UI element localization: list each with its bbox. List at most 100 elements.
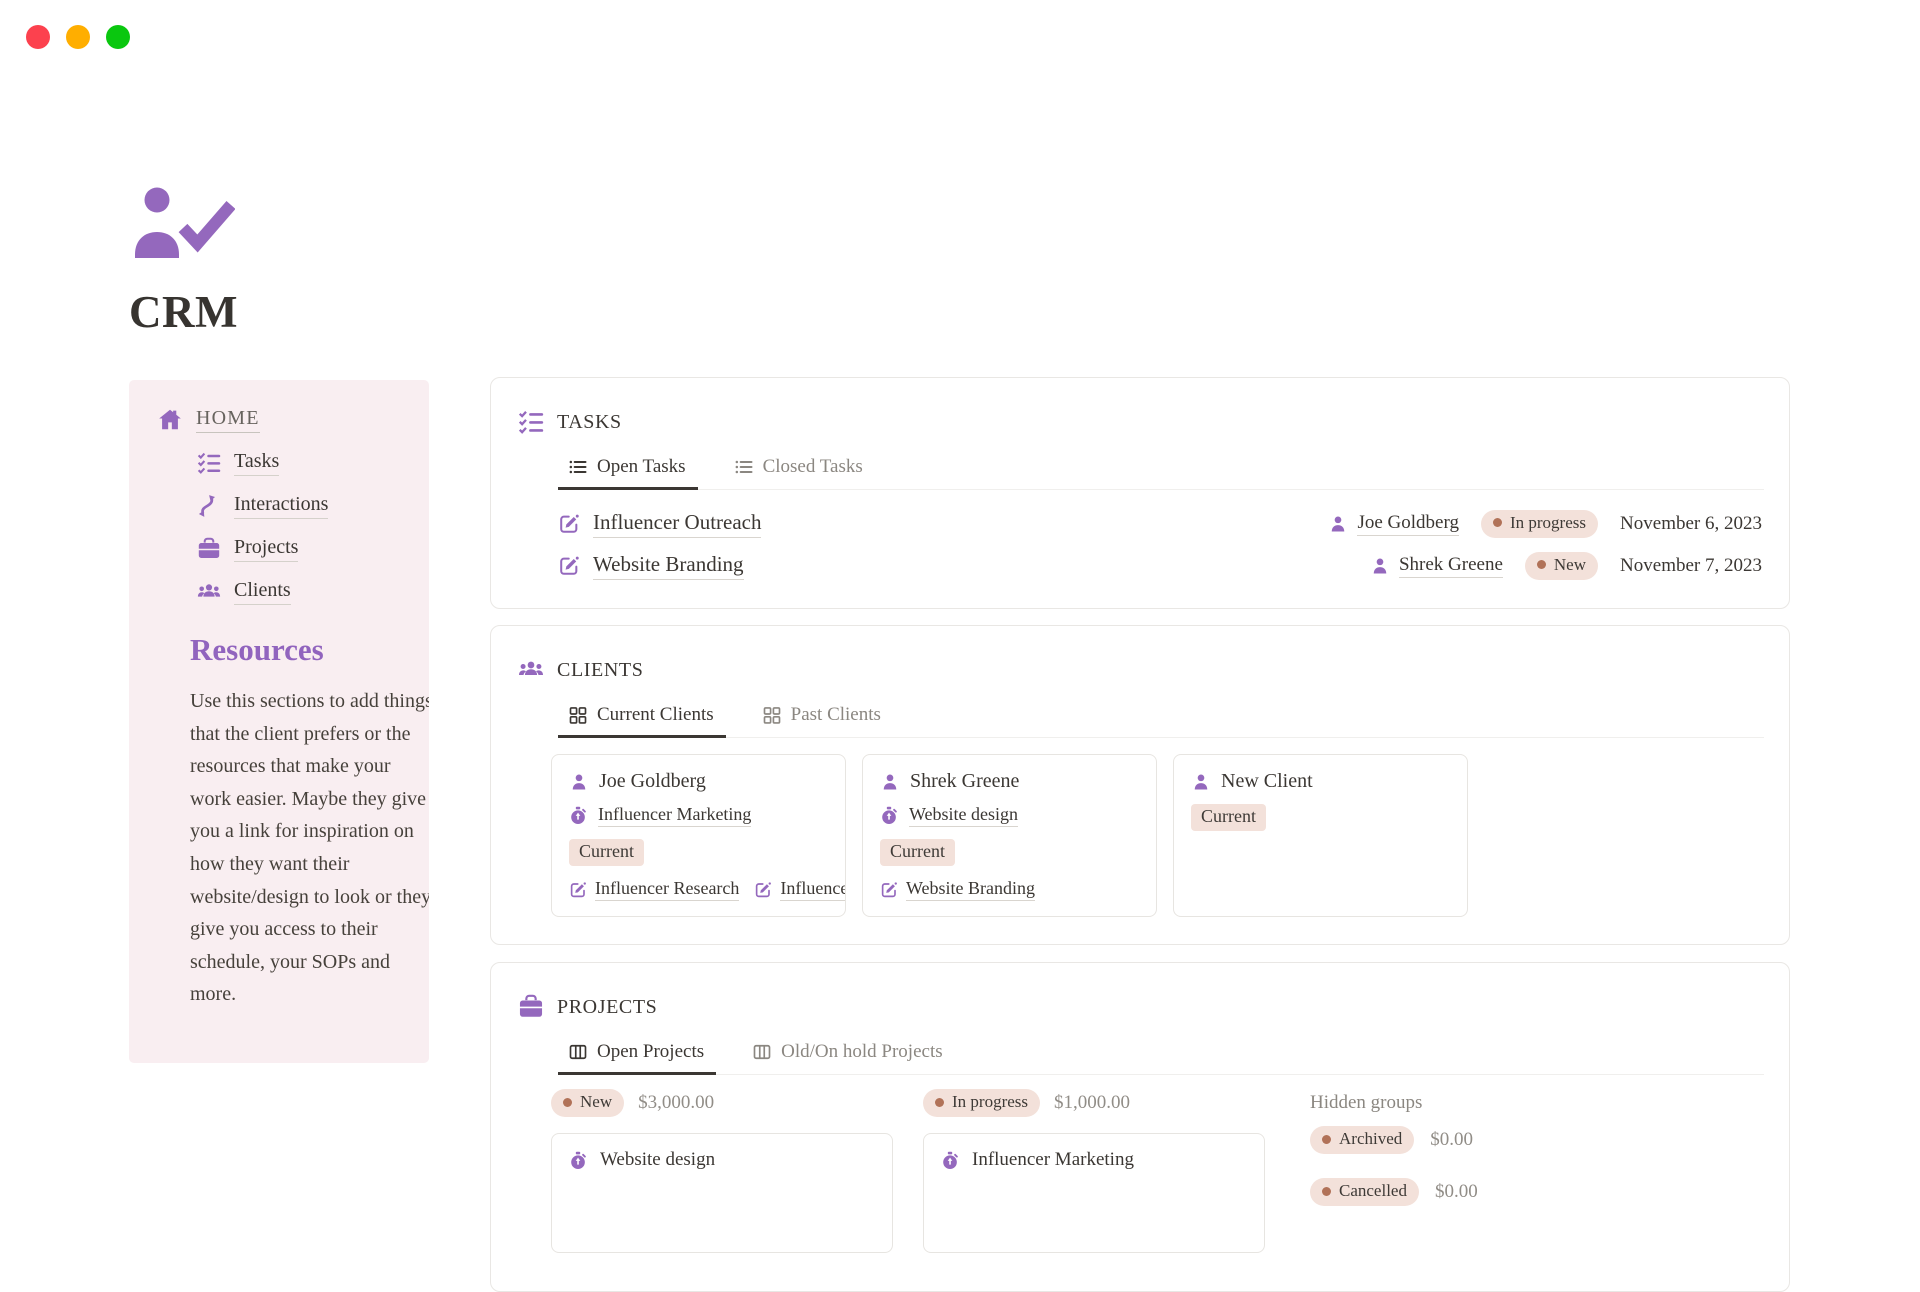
gallery-icon [568, 705, 588, 725]
clients-tabs: Current Clients Past Clients [558, 700, 1764, 738]
group-status-badge: Cancelled [1310, 1178, 1419, 1206]
hidden-groups-column: Hidden groups Archived $0.00 Cancelled $… [1310, 1089, 1762, 1253]
tasks-header: TASKS [518, 409, 1762, 435]
table-row: Website Branding Shrek Greene New Novemb… [558, 549, 1762, 582]
project-link[interactable]: Website design [909, 804, 1018, 827]
task-link[interactable]: Website Branding [906, 878, 1035, 901]
board-icon [568, 1042, 588, 1062]
client-card[interactable]: Joe Goldberg Influencer Marketing Curren… [551, 754, 846, 917]
compose-icon [558, 513, 580, 535]
client-card-list: Joe Goldberg Influencer Marketing Curren… [551, 754, 1762, 917]
tab-past-clients[interactable]: Past Clients [752, 700, 893, 738]
clients-section: CLIENTS Current Clients Past Clients Joe… [490, 625, 1790, 945]
sidebar-item-tasks[interactable]: Tasks [197, 448, 401, 478]
status-label: Cancelled [1339, 1181, 1407, 1201]
stopwatch-icon [941, 1151, 960, 1170]
project-link[interactable]: Influencer Marketing [598, 804, 751, 827]
stopwatch-icon [569, 806, 588, 825]
group-status-badge: New [551, 1089, 624, 1117]
sidebar-item-label: HOME [196, 407, 260, 433]
due-date: November 6, 2023 [1620, 513, 1762, 535]
board-icon [752, 1042, 772, 1062]
sidebar-item-home[interactable]: HOME [157, 405, 401, 435]
compose-icon [880, 881, 898, 899]
tasks-tabs: Open Tasks Closed Tasks [558, 452, 1764, 490]
status-dot [1322, 1187, 1331, 1196]
project-name: Influencer Marketing [972, 1149, 1134, 1171]
assignee-link[interactable]: Joe Goldberg [1357, 512, 1459, 536]
task-link[interactable]: Influencer Outreach [780, 878, 845, 901]
status-badge: New [1525, 552, 1598, 580]
hidden-group-row[interactable]: Cancelled $0.00 [1310, 1178, 1762, 1206]
status-label: In progress [952, 1092, 1028, 1112]
status-label: Archived [1339, 1129, 1402, 1149]
person-icon [1328, 514, 1348, 534]
project-card[interactable]: Influencer Marketing [923, 1133, 1265, 1253]
window-controls [26, 25, 130, 49]
section-title: CLIENTS [557, 659, 643, 682]
tab-label: Past Clients [791, 704, 881, 726]
sidebar-item-interactions[interactable]: Interactions [197, 491, 401, 521]
projects-tabs: Open Projects Old/On hold Projects [558, 1037, 1764, 1075]
people-icon [518, 657, 544, 683]
project-name: Website design [600, 1149, 715, 1171]
stopwatch-icon [569, 1151, 588, 1170]
sidebar: HOME Tasks Interactions Projects Clients… [129, 380, 429, 1063]
assignee: Joe Goldberg [1328, 512, 1459, 536]
client-tasks: Influencer Research Influencer Outreach [569, 878, 845, 901]
status-dot [1537, 560, 1546, 569]
page-title: CRM [129, 286, 238, 338]
sidebar-item-label: Projects [234, 536, 298, 562]
tab-open-tasks[interactable]: Open Tasks [558, 452, 698, 490]
status-dot [563, 1098, 572, 1107]
sidebar-item-clients[interactable]: Clients [197, 577, 401, 607]
task-link[interactable]: Influencer Research [595, 878, 739, 901]
client-name: Joe Goldberg [599, 770, 706, 793]
client-card[interactable]: New Client Current [1173, 754, 1468, 917]
client-name: Shrek Greene [910, 770, 1019, 793]
section-title: TASKS [557, 411, 622, 434]
close-button[interactable] [26, 25, 50, 49]
checklist-icon [518, 409, 544, 435]
status-badge: In progress [1481, 510, 1598, 538]
tab-current-clients[interactable]: Current Clients [558, 700, 726, 738]
minimize-button[interactable] [66, 25, 90, 49]
board-column-in-progress: In progress $1,000.00 Influencer Marketi… [923, 1089, 1273, 1253]
group-amount: $0.00 [1430, 1129, 1473, 1151]
status-label: New [580, 1092, 612, 1112]
person-icon [880, 772, 900, 792]
client-tasks: Website Branding [880, 878, 1156, 901]
due-date: November 7, 2023 [1620, 555, 1762, 577]
resources-heading: Resources [190, 632, 401, 668]
group-status-badge: In progress [923, 1089, 1040, 1117]
project-card[interactable]: Website design [551, 1133, 893, 1253]
tab-closed-tasks[interactable]: Closed Tasks [724, 452, 875, 490]
project-board: New $3,000.00 Website design In progress… [551, 1089, 1762, 1253]
status-label: New [1554, 555, 1586, 575]
projects-header: PROJECTS [518, 994, 1762, 1020]
projects-section: PROJECTS Open Projects Old/On hold Proje… [490, 962, 1790, 1292]
sidebar-item-label: Clients [234, 579, 291, 605]
tab-open-projects[interactable]: Open Projects [558, 1037, 716, 1075]
hidden-group-row[interactable]: Archived $0.00 [1310, 1126, 1762, 1154]
compose-icon [569, 881, 587, 899]
client-card[interactable]: Shrek Greene Website design Current Webs… [862, 754, 1157, 917]
list-icon [568, 457, 588, 477]
clients-header: CLIENTS [518, 657, 1762, 683]
assignee-link[interactable]: Shrek Greene [1399, 554, 1503, 578]
resources-description: Use this sections to add things that the… [190, 685, 429, 1011]
sidebar-item-projects[interactable]: Projects [197, 534, 401, 564]
status-dot [935, 1098, 944, 1107]
status-badge: Current [880, 839, 955, 866]
interactions-icon [197, 494, 221, 518]
zoom-button[interactable] [106, 25, 130, 49]
tab-old-on-hold-projects[interactable]: Old/On hold Projects [742, 1037, 955, 1075]
task-link[interactable]: Website Branding [593, 552, 744, 580]
task-link[interactable]: Influencer Outreach [593, 510, 761, 538]
hidden-groups-label: Hidden groups [1310, 1089, 1762, 1114]
checklist-icon [197, 451, 221, 475]
group-amount: $1,000.00 [1054, 1092, 1130, 1114]
sidebar-item-label: Tasks [234, 450, 279, 476]
assignee: Shrek Greene [1370, 554, 1503, 578]
task-list: Influencer Outreach Joe Goldberg In prog… [558, 507, 1762, 582]
